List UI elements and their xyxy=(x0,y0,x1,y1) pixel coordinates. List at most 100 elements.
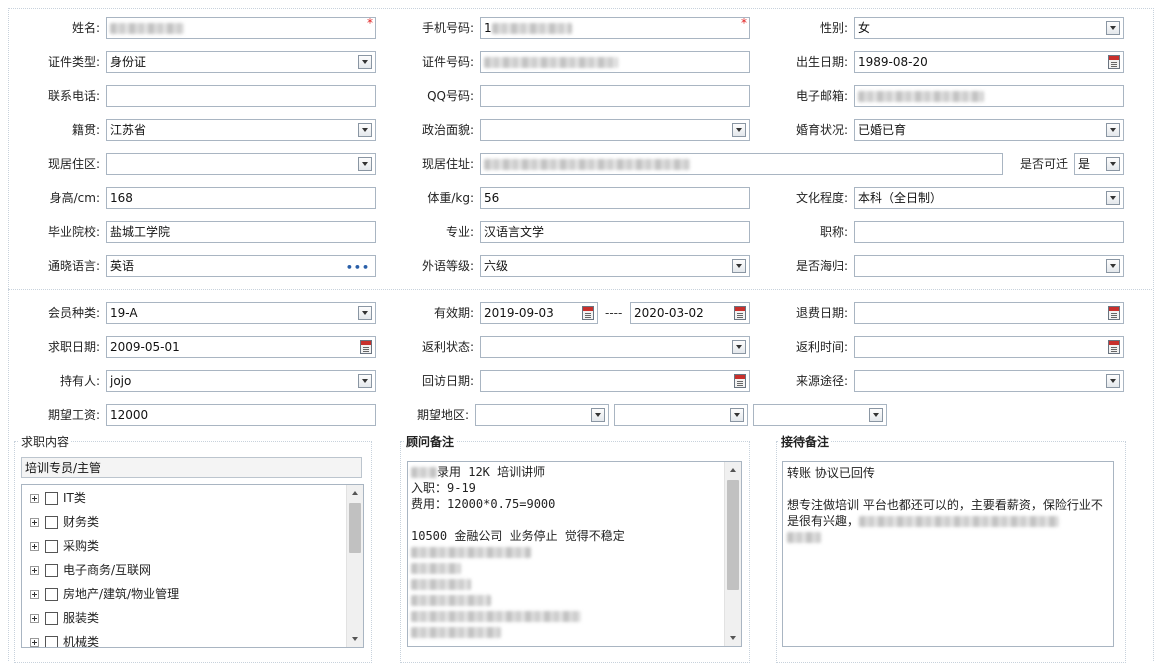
marital-select[interactable]: 已婚已育 xyxy=(854,119,1124,141)
expand-icon[interactable] xyxy=(30,638,39,647)
tree-item-machinery[interactable]: 机械类 xyxy=(22,630,363,647)
chevron-down-icon[interactable] xyxy=(358,157,372,171)
job-content-selected[interactable]: 培训专员/主管 xyxy=(21,457,362,478)
residence-area-select[interactable] xyxy=(106,153,376,175)
rebate-time-field[interactable] xyxy=(854,336,1124,358)
reception-notes-textarea[interactable]: 转账 协议已回传 想专注做培训 平台也都还可以的，主要看薪资，保险行业不是很有兴… xyxy=(782,461,1114,647)
refund-date-field[interactable] xyxy=(854,302,1124,324)
advisor-notes-textarea[interactable]: 录用 12K 培训讲师 入职：9-19 费用：12000*0.75=9000 1… xyxy=(407,461,742,647)
language-field[interactable]: 英语 ••• xyxy=(106,255,376,277)
job-date-field[interactable]: 2009-05-01 xyxy=(106,336,376,358)
tree-item-ecommerce[interactable]: 电子商务/互联网 xyxy=(22,558,363,582)
native-place-select[interactable]: 江苏省 xyxy=(106,119,376,141)
email-field[interactable] xyxy=(854,85,1124,107)
region-district-select[interactable] xyxy=(753,404,887,426)
tree-scrollbar[interactable] xyxy=(346,485,363,647)
id-number-field[interactable] xyxy=(480,51,750,73)
residence-address-field[interactable] xyxy=(480,153,1003,175)
expand-icon[interactable] xyxy=(30,614,39,623)
job-date-label: 求职日期: xyxy=(47,340,100,354)
expand-icon[interactable] xyxy=(30,494,39,503)
chevron-down-icon[interactable] xyxy=(358,306,372,320)
expand-icon[interactable] xyxy=(30,566,39,575)
phone-field[interactable] xyxy=(106,85,376,107)
tree-item-purchasing[interactable]: 采购类 xyxy=(22,534,363,558)
checkbox[interactable] xyxy=(45,564,58,577)
scroll-thumb[interactable] xyxy=(727,480,739,590)
chevron-down-icon[interactable] xyxy=(358,374,372,388)
chevron-down-icon[interactable] xyxy=(730,408,744,422)
chevron-down-icon[interactable] xyxy=(869,408,883,422)
calendar-icon[interactable] xyxy=(1108,340,1120,354)
region-province-select[interactable] xyxy=(475,404,609,426)
calendar-icon[interactable] xyxy=(1108,55,1120,69)
source-select[interactable] xyxy=(854,370,1124,392)
tree-item-it[interactable]: IT类 xyxy=(22,486,363,510)
mobile-field[interactable]: 1 * xyxy=(480,17,750,39)
education-select[interactable]: 本科（全日制） xyxy=(854,187,1124,209)
checkbox[interactable] xyxy=(45,492,58,505)
rebate-status-select[interactable] xyxy=(480,336,750,358)
chevron-down-icon[interactable] xyxy=(358,123,372,137)
gender-select[interactable]: 女 xyxy=(854,17,1124,39)
scroll-up-icon[interactable] xyxy=(725,462,741,478)
validity-start-field[interactable]: 2019-09-03 xyxy=(480,302,598,324)
scroll-down-icon[interactable] xyxy=(347,631,363,647)
salary-label: 期望工资: xyxy=(47,408,100,422)
chevron-down-icon[interactable] xyxy=(358,55,372,69)
birth-date-field[interactable]: 1989-08-20 xyxy=(854,51,1124,73)
chevron-down-icon[interactable] xyxy=(1106,374,1120,388)
holder-select[interactable]: jojo xyxy=(106,370,376,392)
major-field[interactable]: 汉语言文学 xyxy=(480,221,750,243)
relocate-select[interactable]: 是 xyxy=(1074,153,1124,175)
chevron-down-icon[interactable] xyxy=(591,408,605,422)
member-type-select[interactable]: 19-A xyxy=(106,302,376,324)
chevron-down-icon[interactable] xyxy=(732,123,746,137)
checkbox[interactable] xyxy=(45,588,58,601)
chevron-down-icon[interactable] xyxy=(1106,21,1120,35)
chevron-down-icon[interactable] xyxy=(732,259,746,273)
height-field[interactable]: 168 xyxy=(106,187,376,209)
more-icon[interactable]: ••• xyxy=(346,258,370,276)
scroll-thumb[interactable] xyxy=(349,503,361,553)
redacted-id-number xyxy=(484,57,618,68)
scroll-down-icon[interactable] xyxy=(725,630,741,646)
checkbox[interactable] xyxy=(45,516,58,529)
chevron-down-icon[interactable] xyxy=(1106,259,1120,273)
calendar-icon[interactable] xyxy=(1108,306,1120,320)
residence-address-label: 现居住址: xyxy=(421,157,474,171)
calendar-icon[interactable] xyxy=(582,306,594,320)
qq-field[interactable] xyxy=(480,85,750,107)
tree-item-apparel[interactable]: 服装类 xyxy=(22,606,363,630)
foreign-level-select[interactable]: 六级 xyxy=(480,255,750,277)
political-select[interactable] xyxy=(480,119,750,141)
calendar-icon[interactable] xyxy=(360,340,372,354)
visit-date-field[interactable] xyxy=(480,370,750,392)
chevron-down-icon[interactable] xyxy=(1106,191,1120,205)
calendar-icon[interactable] xyxy=(734,374,746,388)
expand-icon[interactable] xyxy=(30,590,39,599)
chevron-down-icon[interactable] xyxy=(732,340,746,354)
chevron-down-icon[interactable] xyxy=(1106,157,1120,171)
expand-icon[interactable] xyxy=(30,542,39,551)
school-field[interactable]: 盐城工学院 xyxy=(106,221,376,243)
chevron-down-icon[interactable] xyxy=(1106,123,1120,137)
checkbox[interactable] xyxy=(45,636,58,647)
id-type-select[interactable]: 身份证 xyxy=(106,51,376,73)
notes-scrollbar[interactable] xyxy=(724,462,741,646)
overseas-select[interactable] xyxy=(854,255,1124,277)
checkbox[interactable] xyxy=(45,540,58,553)
salary-field[interactable]: 12000 xyxy=(106,404,376,426)
weight-field[interactable]: 56 xyxy=(480,187,750,209)
calendar-icon[interactable] xyxy=(734,306,746,320)
region-city-select[interactable] xyxy=(614,404,748,426)
language-label: 通晓语言: xyxy=(47,259,100,273)
tree-item-finance[interactable]: 财务类 xyxy=(22,510,363,534)
validity-end-field[interactable]: 2020-03-02 xyxy=(630,302,750,324)
checkbox[interactable] xyxy=(45,612,58,625)
scroll-up-icon[interactable] xyxy=(347,485,363,501)
name-field[interactable]: * xyxy=(106,17,376,39)
expand-icon[interactable] xyxy=(30,518,39,527)
tree-item-real-estate[interactable]: 房地产/建筑/物业管理 xyxy=(22,582,363,606)
title-field[interactable] xyxy=(854,221,1124,243)
